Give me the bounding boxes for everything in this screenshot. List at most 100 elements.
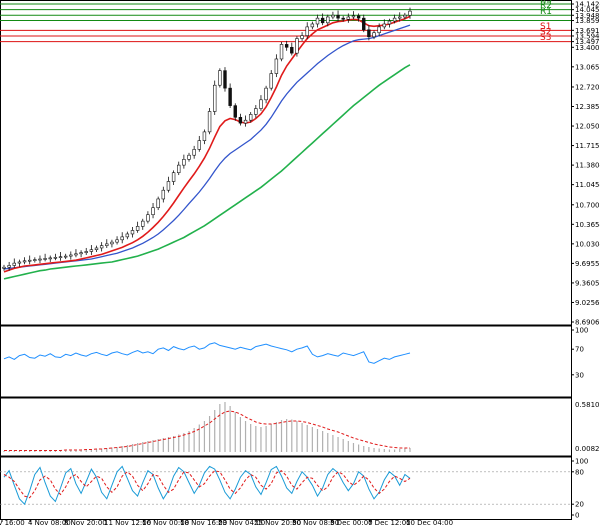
candle-body-29: [151, 207, 155, 216]
candle-body-27: [141, 220, 145, 227]
y-tick-label-13: 11.38040: [575, 162, 600, 170]
candle-body-66: [341, 17, 345, 20]
stoch-tick-label-0: 100: [575, 458, 588, 466]
candle-body-69: [356, 15, 361, 19]
candle-body-28: [146, 214, 150, 222]
candle-body-10: [53, 256, 58, 259]
x-tick-label-2: 8 Nov 20:00: [64, 519, 107, 527]
candle-body-14: [74, 253, 78, 256]
x-tick-label-10: 7 Dec 12:00: [368, 519, 411, 527]
y-tick-label-7: 13.40025: [575, 44, 600, 52]
candle-body-74: [382, 23, 387, 28]
candle-body-34: [177, 164, 181, 174]
level-label-2: R1: [540, 7, 552, 17]
candle-body-36: [187, 154, 191, 160]
candle-body-19: [99, 245, 104, 249]
y-tick-label-15: 10.70025: [575, 201, 600, 209]
rsi-tick-label-1: 70: [575, 346, 584, 354]
candle-body-18: [94, 247, 99, 251]
candle-body-73: [377, 26, 381, 34]
candle-body-62: [320, 17, 325, 24]
candle-body-11: [58, 256, 63, 259]
y-tick-label-12: 11.71535: [575, 142, 600, 150]
candle-body-42: [218, 70, 222, 86]
y-tick-label-11: 12.05030: [575, 123, 600, 131]
candle-body-4: [22, 260, 27, 263]
candle-body-64: [331, 14, 335, 18]
y-tick-label-20: 9.02560: [575, 299, 600, 307]
price-chart[interactable]: 14.1424614.0457313.9489813.8591013.69102…: [0, 0, 600, 529]
candle-body-0: [2, 266, 6, 269]
y-tick-label-19: 9.36055: [575, 279, 600, 287]
y-tick-label-14: 11.04545: [575, 181, 600, 189]
x-tick-label-0: 1 Nov 16:00: [0, 519, 25, 527]
candle-body-43: [223, 70, 227, 89]
stoch-tick-label-1: 80: [575, 468, 584, 476]
ma-green-line: [3, 64, 411, 280]
candle-body-50: [259, 99, 263, 109]
vol-tick-label-0: 0.581054: [575, 401, 600, 409]
candle-body-58: [300, 35, 304, 39]
candle-body-53: [274, 58, 279, 74]
vol-tick-label-1: 0.008297: [575, 445, 600, 453]
x-tick-label-9: 3 Dec 00:00: [330, 519, 373, 527]
candle-body-49: [254, 108, 258, 115]
candle-body-71: [367, 29, 371, 38]
candle-body-26: [135, 226, 140, 231]
stoch-tick-label-2: 20: [575, 501, 584, 509]
candle-body-56: [290, 47, 294, 54]
candle-body-30: [156, 198, 160, 209]
candle-body-40: [207, 111, 212, 133]
candle-body-20: [105, 243, 109, 246]
candle-body-39: [202, 131, 207, 141]
y-tick-label-10: 12.38525: [575, 103, 600, 111]
candle-body-23: [120, 236, 124, 241]
candle-body-13: [69, 254, 73, 257]
candle-body-31: [161, 189, 166, 200]
candle-body-46: [238, 117, 243, 124]
candle-body-21: [110, 241, 114, 245]
candle-body-60: [310, 23, 315, 28]
candle-body-65: [336, 14, 340, 19]
candle-body-7: [38, 258, 42, 261]
candle-body-3: [17, 261, 22, 264]
candle-body-37: [192, 149, 196, 156]
candle-body-68: [351, 15, 356, 18]
candle-body-52: [269, 73, 273, 89]
candle-body-25: [130, 230, 135, 235]
candle-body-78: [403, 14, 407, 18]
rsi-tick-label-2: 30: [575, 371, 584, 379]
candle-body-6: [33, 259, 37, 261]
ma-red-line: [3, 15, 411, 273]
candle-body-45: [233, 105, 237, 118]
candle-body-33: [171, 172, 176, 182]
candle-body-75: [387, 20, 392, 25]
candle-body-70: [362, 17, 366, 31]
y-tick-label-21: 8.69065: [575, 319, 600, 327]
y-tick-label-17: 10.03045: [575, 240, 600, 248]
y-tick-label-8: 13.06530: [575, 63, 600, 71]
level-label-6: S3: [540, 33, 551, 43]
candle-body-55: [284, 44, 289, 48]
candle-body-41: [213, 84, 217, 112]
candle-body-12: [63, 255, 68, 258]
candle-body-61: [315, 17, 320, 25]
candle-body-63: [326, 16, 330, 24]
candle-body-57: [295, 38, 299, 54]
candle-body-22: [115, 239, 119, 243]
y-tick-label-16: 10.36540: [575, 221, 600, 229]
ma-blue-line: [3, 24, 411, 270]
candle-body-59: [305, 26, 309, 36]
candle-body-15: [79, 252, 83, 255]
y-tick-label-18: 9.69550: [575, 260, 600, 268]
candle-body-67: [346, 16, 351, 20]
candle-body-51: [264, 87, 268, 101]
candle-body-35: [182, 158, 186, 166]
candle-body-2: [12, 262, 16, 266]
candle-body-54: [279, 44, 284, 60]
candle-body-8: [43, 258, 47, 260]
candle-body-5: [27, 259, 32, 262]
candle-body-1: [7, 265, 11, 268]
candle-body-44: [228, 87, 232, 106]
candle-body-16: [84, 251, 88, 253]
